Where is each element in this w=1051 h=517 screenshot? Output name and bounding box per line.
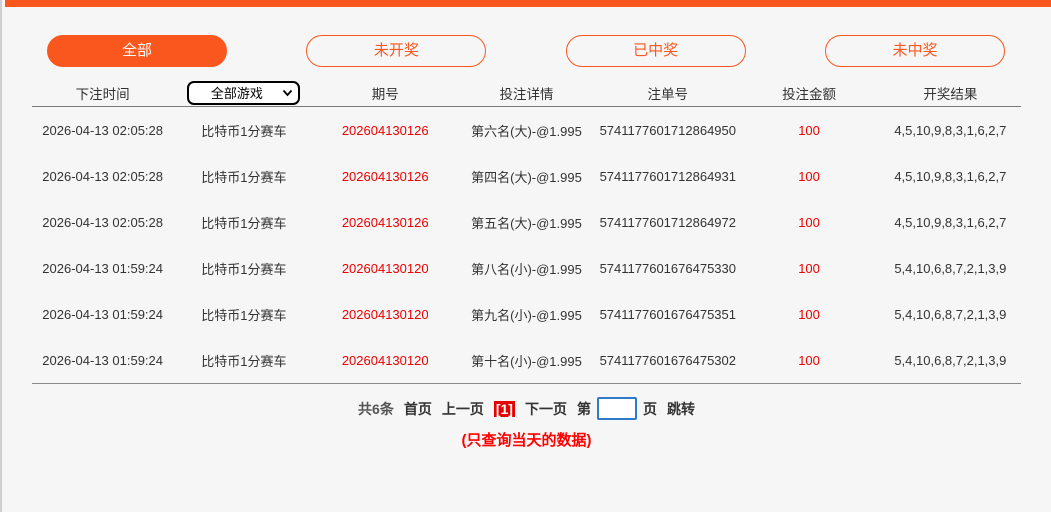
order-number-cell: 5741177601676475330 xyxy=(599,260,736,276)
header-bet-detail: 投注详情 xyxy=(499,87,554,102)
draw-result-cell: 5,4,10,6,8,7,2,1,3,9 xyxy=(894,306,1007,322)
order-number-cell: 5741177601676475351 xyxy=(599,306,736,322)
game-name-cell: 比特币1分赛车 xyxy=(201,215,287,231)
header-issue-number: 期号 xyxy=(371,87,399,102)
bet-amount-cell: 100 xyxy=(798,260,820,276)
draw-result-cell: 5,4,10,6,8,7,2,1,3,9 xyxy=(894,352,1007,368)
bet-detail-cell: 第九名(小)-@1.995 xyxy=(471,307,582,323)
game-name-cell: 比特币1分赛车 xyxy=(201,123,287,139)
page-jump-group: 第 页 xyxy=(577,397,657,420)
order-number-cell: 5741177601712864931 xyxy=(599,168,736,184)
jump-button[interactable]: 跳转 xyxy=(667,399,695,419)
game-name-cell: 比特币1分赛车 xyxy=(201,307,287,323)
order-number-cell: 5741177601712864950 xyxy=(599,122,736,138)
filter-undrawn-button[interactable]: 未开奖 xyxy=(306,35,487,67)
filter-lost-button[interactable]: 未中奖 xyxy=(824,35,1005,67)
header-draw-result: 开奖结果 xyxy=(923,87,978,102)
today-only-note: (只查询当天的数据) xyxy=(461,432,592,449)
bet-amount-cell: 100 xyxy=(798,168,820,184)
bet-time-cell: 2026-04-13 02:05:28 xyxy=(42,122,163,138)
bet-amount-cell: 100 xyxy=(798,306,820,322)
table-header-row: 下注时间 全部游戏 期号 投注详情 注单号 投注金额 开奖结果 xyxy=(32,80,1021,107)
table-row: 2026-04-13 01:59:24 比特币1分赛车 202604130120 第八… xyxy=(32,245,1021,291)
issue-number-cell: 202604130120 xyxy=(341,306,429,322)
bet-detail-cell: 第十名(小)-@1.995 xyxy=(471,353,582,369)
game-name-cell: 比特币1分赛车 xyxy=(201,169,287,185)
page-suffix-label: 页 xyxy=(642,400,657,417)
game-filter-select[interactable]: 全部游戏 xyxy=(187,81,301,105)
draw-result-cell: 5,4,10,6,8,7,2,1,3,9 xyxy=(894,260,1007,276)
page-number-input[interactable] xyxy=(596,397,637,420)
draw-result-cell: 4,5,10,9,8,3,1,6,2,7 xyxy=(894,214,1007,230)
bet-detail-cell: 第八名(小)-@1.995 xyxy=(471,261,582,277)
table-row: 2026-04-13 01:59:24 比特币1分赛车 202604130120 第十… xyxy=(32,337,1021,383)
issue-number-cell: 202604130126 xyxy=(341,122,429,138)
filter-won-button[interactable]: 已中奖 xyxy=(565,35,746,67)
table-row: 2026-04-13 02:05:28 比特币1分赛车 202604130126 第四… xyxy=(32,153,1021,199)
page-prefix-label: 第 xyxy=(576,400,591,417)
draw-result-cell: 4,5,10,9,8,3,1,6,2,7 xyxy=(894,122,1007,138)
table-body: 2026-04-13 02:05:28 比特币1分赛车 202604130126 第六… xyxy=(32,107,1021,384)
total-count-label: 共6条 xyxy=(358,400,394,417)
order-number-cell: 5741177601712864972 xyxy=(599,214,736,230)
prev-page-link[interactable]: 上一页 xyxy=(442,399,484,419)
bet-detail-cell: 第六名(大)-@1.995 xyxy=(471,123,582,139)
next-page-link[interactable]: 下一页 xyxy=(525,399,567,419)
header-bet-amount: 投注金额 xyxy=(782,87,837,102)
header-bet-time: 下注时间 xyxy=(75,87,130,102)
bet-amount-cell: 100 xyxy=(798,214,820,230)
pagination: 共6条 首页 上一页 [1] 下一页 第 页 跳转 xyxy=(2,397,1051,420)
bet-detail-cell: 第四名(大)-@1.995 xyxy=(471,169,582,185)
bet-time-cell: 2026-04-13 02:05:28 xyxy=(42,214,163,230)
bet-time-cell: 2026-04-13 01:59:24 xyxy=(42,352,163,368)
game-name-cell: 比特币1分赛车 xyxy=(201,353,287,369)
filter-tabs: 全部 未开奖 已中奖 未中奖 xyxy=(2,35,1051,67)
bet-detail-cell: 第五名(大)-@1.995 xyxy=(471,215,582,231)
table-row: 2026-04-13 02:05:28 比特币1分赛车 202604130126 第六… xyxy=(32,107,1021,153)
issue-number-cell: 202604130120 xyxy=(341,260,429,276)
issue-number-cell: 202604130120 xyxy=(341,352,429,368)
bet-records-table: 下注时间 全部游戏 期号 投注详情 注单号 投注金额 开奖结果 2026-04-… xyxy=(32,80,1021,384)
issue-number-cell: 202604130126 xyxy=(341,214,429,230)
filter-all-button[interactable]: 全部 xyxy=(47,35,227,67)
bet-time-cell: 2026-04-13 02:05:28 xyxy=(42,168,163,184)
draw-result-cell: 4,5,10,9,8,3,1,6,2,7 xyxy=(894,168,1007,184)
bet-time-cell: 2026-04-13 01:59:24 xyxy=(42,260,163,276)
bet-amount-cell: 100 xyxy=(798,352,820,368)
order-number-cell: 5741177601676475302 xyxy=(599,352,736,368)
table-row: 2026-04-13 02:05:28 比特币1分赛车 202604130126 第五… xyxy=(32,199,1021,245)
header-order-number: 注单号 xyxy=(647,87,689,102)
first-page-link[interactable]: 首页 xyxy=(404,399,432,419)
header-game-filter: 全部游戏 xyxy=(173,81,314,105)
records-panel: 全部 未开奖 已中奖 未中奖 下注时间 全部游戏 期号 投注详情 注单号 投注金… xyxy=(0,0,1051,512)
current-page-indicator[interactable]: [1] xyxy=(493,400,515,417)
issue-number-cell: 202604130126 xyxy=(341,168,429,184)
bet-time-cell: 2026-04-13 01:59:24 xyxy=(42,306,163,322)
bet-amount-cell: 100 xyxy=(798,122,820,138)
top-accent-bar xyxy=(5,0,1051,7)
game-name-cell: 比特币1分赛车 xyxy=(201,261,287,277)
table-row: 2026-04-13 01:59:24 比特币1分赛车 202604130120 第九… xyxy=(32,291,1021,337)
